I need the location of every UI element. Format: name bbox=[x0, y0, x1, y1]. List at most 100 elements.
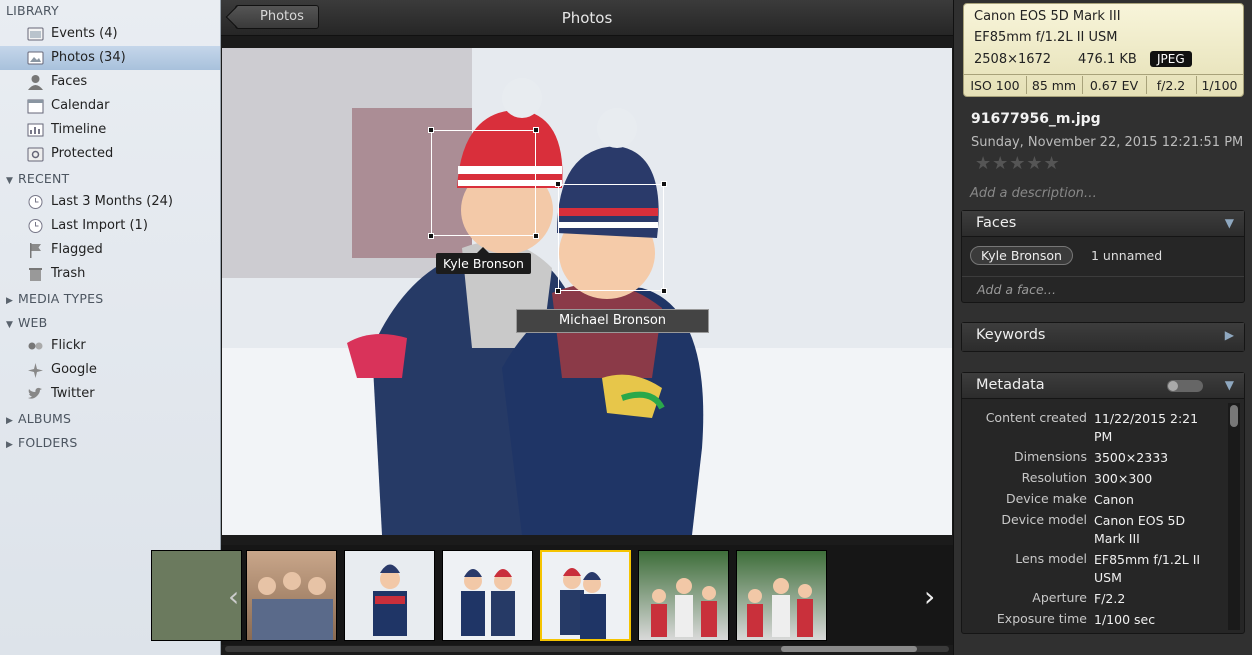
metadata-key: Resolution bbox=[1021, 470, 1087, 485]
scrollbar-thumb[interactable] bbox=[781, 646, 917, 652]
section-albums[interactable]: ▶ ALBUMS bbox=[6, 409, 71, 429]
filmstrip-scrollbar[interactable] bbox=[225, 646, 949, 652]
sidebar-item-last-3-months[interactable]: Last 3 Months (24) bbox=[0, 190, 220, 214]
sidebar-item-google[interactable]: Google bbox=[0, 358, 220, 382]
section-albums-label: ALBUMS bbox=[18, 411, 72, 426]
metadata-key: Exposure time bbox=[996, 611, 1087, 626]
rating-stars[interactable]: ★★★★★ bbox=[975, 153, 1061, 174]
scrollbar-thumb[interactable] bbox=[1230, 405, 1238, 427]
sidebar-item-protected[interactable]: Protected bbox=[0, 142, 220, 166]
chevron-left-icon[interactable]: ‹ bbox=[228, 580, 239, 613]
face-box-michael[interactable] bbox=[555, 181, 667, 294]
resize-handle[interactable] bbox=[661, 288, 667, 294]
thumbnail-image bbox=[373, 564, 407, 636]
divider bbox=[962, 276, 1244, 277]
exif-shutter: 1/100 bbox=[1201, 78, 1238, 93]
chevron-right-icon[interactable]: › bbox=[924, 580, 935, 613]
section-web[interactable]: ▼ WEB bbox=[6, 313, 47, 333]
add-face-link[interactable]: Add a face… bbox=[977, 282, 1056, 297]
thumbnail[interactable] bbox=[638, 550, 729, 641]
disclosure-open-icon: ▼ bbox=[6, 176, 14, 186]
expand-arrow-icon[interactable]: ▶ bbox=[1225, 328, 1234, 342]
clock-icon bbox=[28, 219, 43, 233]
clock-icon bbox=[28, 195, 43, 209]
flickr-icon bbox=[28, 342, 43, 350]
collapse-arrow-icon[interactable]: ▼ bbox=[1225, 216, 1234, 230]
sidebar-item-flickr[interactable]: Flickr bbox=[0, 334, 220, 358]
metadata-toggle[interactable] bbox=[1167, 380, 1203, 392]
keywords-panel-header[interactable]: Keywords ▶ bbox=[962, 323, 1244, 351]
sidebar-item-photos[interactable]: Photos (34) bbox=[0, 46, 220, 70]
thumbnail[interactable] bbox=[344, 550, 435, 641]
sidebar-item-trash[interactable]: Trash bbox=[0, 262, 220, 286]
disclosure-open-icon: ▼ bbox=[6, 320, 14, 330]
metadata-panel: Metadata ▼ Content created 11/22/2015 2:… bbox=[961, 372, 1245, 634]
sidebar-item-label: Trash bbox=[51, 266, 86, 281]
exif-resolution: 2508×1672 bbox=[974, 52, 1052, 67]
disclosure-closed-icon: ▶ bbox=[6, 296, 14, 306]
metadata-row: Content created 11/22/2015 2:21 PM bbox=[962, 410, 1224, 448]
sidebar-item-label: Protected bbox=[51, 146, 114, 161]
sidebar-item-label: Flagged bbox=[51, 242, 103, 257]
exif-camera: Canon EOS 5D Mark III bbox=[974, 9, 1121, 24]
resize-handle[interactable] bbox=[555, 288, 561, 294]
sidebar-item-timeline[interactable]: Timeline bbox=[0, 118, 220, 142]
face-chip-kyle[interactable]: Kyle Bronson bbox=[970, 246, 1073, 265]
photo-filename[interactable]: 91677956_m.jpg bbox=[971, 111, 1101, 127]
exif-focal: 85 mm bbox=[1031, 78, 1077, 93]
metadata-value: EF85mm f/1.2L II USM bbox=[1094, 552, 1201, 585]
photo-date[interactable]: Sunday, November 22, 2015 12:21:51 PM bbox=[971, 135, 1243, 150]
thumbnail[interactable] bbox=[442, 550, 533, 641]
sidebar-item-last-import[interactable]: Last Import (1) bbox=[0, 214, 220, 238]
resize-handle[interactable] bbox=[555, 181, 561, 187]
events-icon bbox=[27, 27, 44, 41]
metadata-panel-title: Metadata bbox=[976, 377, 1045, 393]
timeline-icon bbox=[27, 123, 44, 137]
sidebar-item-events[interactable]: Events (4) bbox=[0, 22, 220, 46]
twitter-icon bbox=[28, 387, 42, 399]
thumbnail[interactable] bbox=[736, 550, 827, 641]
resize-handle[interactable] bbox=[533, 127, 539, 133]
sidebar-item-calendar[interactable]: Calendar bbox=[0, 94, 220, 118]
photo-illustration bbox=[222, 48, 952, 535]
section-folders[interactable]: ▶ FOLDERS bbox=[6, 433, 78, 453]
section-recent[interactable]: ▼ RECENT bbox=[6, 169, 69, 189]
section-library[interactable]: LIBRARY bbox=[6, 1, 59, 21]
description-field[interactable]: Add a description… bbox=[970, 186, 1097, 201]
sidebar-item-label: Calendar bbox=[51, 98, 110, 113]
exif-ev: 0.67 EV bbox=[1089, 78, 1139, 93]
section-recent-label: RECENT bbox=[18, 171, 70, 186]
sidebar-item-flagged[interactable]: Flagged bbox=[0, 238, 220, 262]
exif-iso: ISO 100 bbox=[970, 78, 1020, 93]
main-photo[interactable]: Kyle Bronson Michael Bronson bbox=[222, 48, 952, 535]
flag-icon bbox=[30, 243, 41, 258]
metadata-key: Dimensions bbox=[1014, 449, 1087, 464]
resize-handle[interactable] bbox=[428, 127, 434, 133]
metadata-value: 11/22/2015 2:21 PM bbox=[1094, 411, 1199, 444]
metadata-key: Content created bbox=[985, 410, 1087, 425]
face-tag-kyle[interactable]: Kyle Bronson bbox=[436, 247, 531, 274]
face-box-kyle[interactable] bbox=[428, 127, 539, 239]
thumbnail-selected[interactable] bbox=[540, 550, 631, 641]
face-name-input[interactable]: Michael Bronson bbox=[516, 309, 709, 333]
resize-handle[interactable] bbox=[428, 233, 434, 239]
metadata-key: Device model bbox=[1001, 512, 1087, 527]
thumbnail[interactable] bbox=[246, 550, 337, 641]
section-media-types[interactable]: ▶ MEDIA TYPES bbox=[6, 289, 103, 309]
faces-panel-header[interactable]: Faces ▼ bbox=[962, 211, 1244, 237]
sidebar-item-twitter[interactable]: Twitter bbox=[0, 382, 220, 406]
sidebar-item-label: Last Import (1) bbox=[51, 218, 148, 233]
metadata-panel-header[interactable]: Metadata ▼ bbox=[962, 373, 1244, 399]
format-badge: JPEG bbox=[1150, 51, 1192, 67]
resize-handle[interactable] bbox=[661, 181, 667, 187]
sidebar-item-faces[interactable]: Faces bbox=[0, 70, 220, 94]
sidebar-item-label: Last 3 Months (24) bbox=[51, 194, 173, 209]
sidebar-item-label: Flickr bbox=[51, 338, 86, 353]
resize-handle[interactable] bbox=[533, 233, 539, 239]
keywords-panel: Keywords ▶ bbox=[961, 322, 1245, 352]
sidebar-item-label: Events (4) bbox=[51, 26, 118, 41]
metadata-scrollbar[interactable] bbox=[1228, 403, 1240, 630]
collapse-arrow-icon[interactable]: ▼ bbox=[1225, 378, 1234, 392]
metadata-value: Canon bbox=[1094, 492, 1134, 507]
metadata-value: F/2.2 bbox=[1094, 591, 1126, 606]
